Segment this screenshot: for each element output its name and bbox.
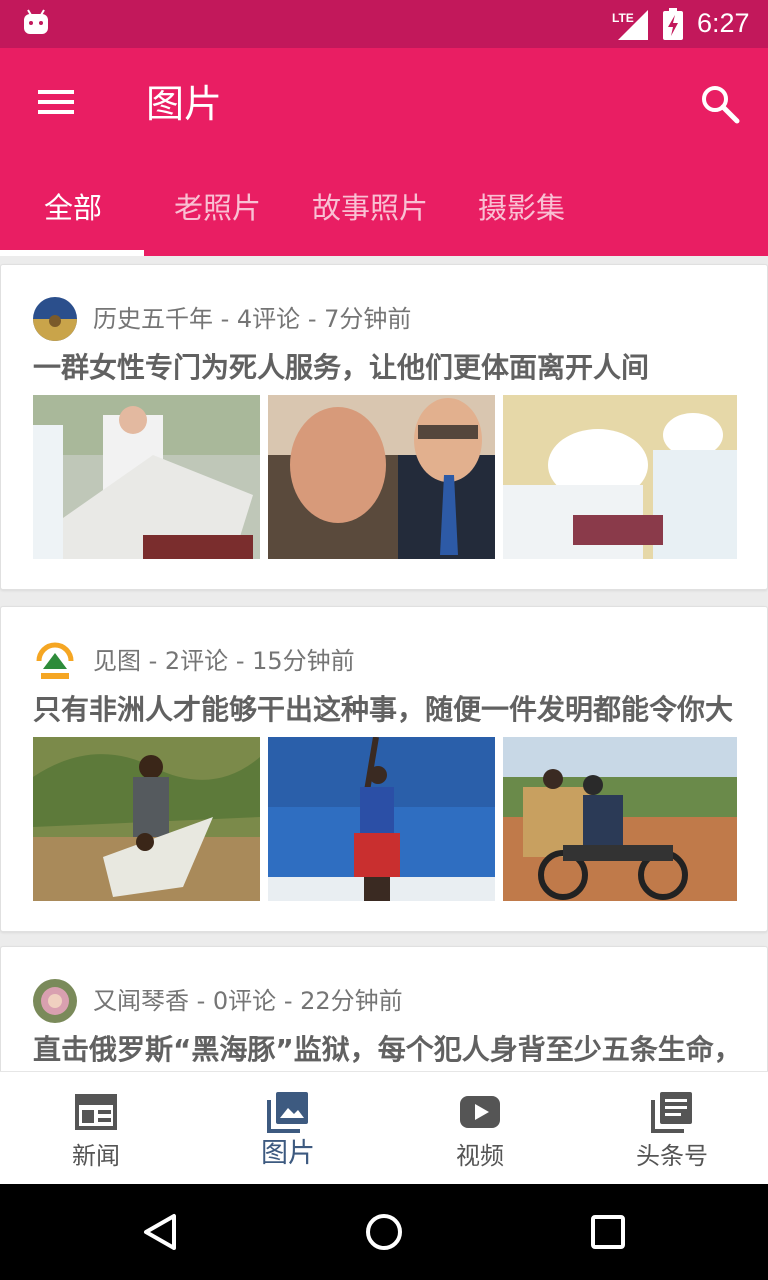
video-play-icon: [460, 1096, 500, 1128]
nav-label: 头条号: [636, 1142, 708, 1170]
nav-label: 图片: [261, 1138, 315, 1169]
app-bar: 图片 全部 老照片 故事照片 摄影集: [0, 48, 768, 256]
nav-video[interactable]: 视频: [384, 1072, 576, 1185]
page-title: 图片: [146, 82, 223, 126]
article-list-icon: [651, 1092, 692, 1133]
newspaper-icon: [75, 1094, 117, 1130]
photo-library-icon: [267, 1092, 308, 1133]
feed-card[interactable]: 又闻琴香 - 0评论 - 22分钟前 直击俄罗斯“黑海豚”监狱，每个犯人身背至少…: [0, 946, 768, 1071]
photo-thumbnail[interactable]: [503, 395, 737, 559]
avatar: [33, 297, 77, 341]
photo-thumbnail[interactable]: [33, 395, 260, 559]
photo-thumbnail[interactable]: [503, 737, 737, 901]
photo-thumbnail[interactable]: [33, 737, 260, 901]
nav-label: 视频: [456, 1142, 504, 1170]
tab-all[interactable]: 全部: [44, 188, 102, 228]
clock: 6:27: [697, 8, 750, 38]
post-meta: 又闻琴香 - 0评论 - 22分钟前: [93, 987, 403, 1015]
feed-card[interactable]: 历史五千年 - 4评论 - 7分钟前 一群女性专门为死人服务，让他们更体面离开人…: [0, 264, 768, 590]
back-icon[interactable]: [140, 1212, 180, 1252]
post-meta: 历史五千年 - 4评论 - 7分钟前: [93, 305, 412, 333]
nav-label: 新闻: [72, 1142, 120, 1170]
system-navigation-bar: [0, 1184, 768, 1280]
post-meta: 见图 - 2评论 - 15分钟前: [93, 647, 355, 675]
bottom-navigation: 新闻 图片 视频 头条号: [0, 1071, 768, 1184]
tab-old-photos[interactable]: 老照片: [174, 188, 261, 228]
category-tabs: 全部 老照片 故事照片 摄影集: [0, 176, 768, 256]
search-icon[interactable]: [698, 82, 742, 126]
photo-thumbnail[interactable]: [268, 395, 495, 559]
android-notification-icon: [24, 9, 48, 34]
home-icon[interactable]: [364, 1212, 404, 1252]
recents-icon[interactable]: [590, 1214, 626, 1250]
photo-thumbnail[interactable]: [268, 737, 495, 901]
nav-news[interactable]: 新闻: [0, 1072, 192, 1185]
avatar: [33, 639, 77, 683]
avatar: [33, 979, 77, 1023]
menu-icon[interactable]: [34, 84, 78, 120]
signal-lte-icon: LTE: [612, 10, 648, 40]
tab-photography[interactable]: 摄影集: [478, 188, 565, 228]
tab-story-photos[interactable]: 故事照片: [312, 188, 428, 228]
nav-pictures[interactable]: 图片: [192, 1072, 384, 1185]
post-title[interactable]: 直击俄罗斯“黑海豚”监狱，每个犯人身背至少五条生命，: [33, 1031, 745, 1069]
svg-text:LTE: LTE: [612, 11, 634, 25]
photo-feed[interactable]: 历史五千年 - 4评论 - 7分钟前 一群女性专门为死人服务，让他们更体面离开人…: [0, 256, 768, 1071]
feed-card[interactable]: 见图 - 2评论 - 15分钟前 只有非洲人才能够干出这种事，随便一件发明都能令…: [0, 606, 768, 932]
nav-toutiao-account[interactable]: 头条号: [576, 1072, 768, 1185]
post-title[interactable]: 只有非洲人才能够干出这种事，随便一件发明都能令你大: [33, 691, 745, 729]
status-bar: LTE 6:27: [0, 0, 768, 48]
post-title[interactable]: 一群女性专门为死人服务，让他们更体面离开人间: [33, 349, 745, 387]
battery-charging-icon: [663, 8, 683, 40]
